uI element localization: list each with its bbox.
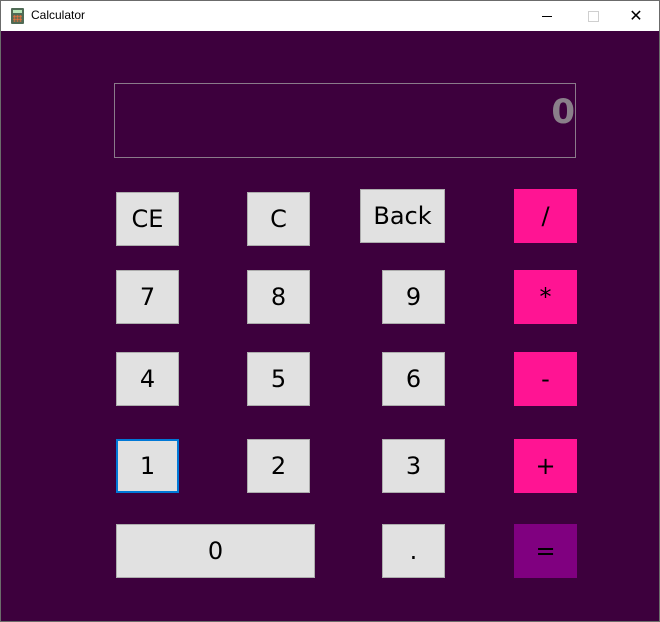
display: 0 bbox=[114, 83, 576, 158]
one-button[interactable]: 1 bbox=[116, 439, 179, 493]
calculator-window: Calculator ✕ 0 CE C Back / 7 8 9 * 4 5 6… bbox=[0, 0, 660, 622]
divide-button[interactable]: / bbox=[514, 189, 577, 243]
multiply-button[interactable]: * bbox=[514, 270, 577, 324]
minus-button[interactable]: - bbox=[514, 352, 577, 406]
five-button[interactable]: 5 bbox=[247, 352, 310, 406]
equals-button[interactable]: = bbox=[514, 524, 577, 578]
three-button[interactable]: 3 bbox=[382, 439, 445, 493]
four-button[interactable]: 4 bbox=[116, 352, 179, 406]
maximize-icon bbox=[587, 10, 599, 22]
minimize-icon bbox=[542, 15, 552, 17]
decimal-button[interactable]: . bbox=[382, 524, 445, 578]
zero-button[interactable]: 0 bbox=[116, 524, 315, 578]
maximize-button[interactable] bbox=[570, 1, 616, 31]
calculator-icon bbox=[11, 8, 24, 24]
window-title: Calculator bbox=[31, 8, 86, 22]
back-button[interactable]: Back bbox=[360, 189, 445, 243]
ce-button[interactable]: CE bbox=[116, 192, 179, 246]
minimize-button[interactable] bbox=[524, 1, 570, 31]
close-button[interactable]: ✕ bbox=[613, 1, 659, 31]
eight-button[interactable]: 8 bbox=[247, 270, 310, 324]
close-icon: ✕ bbox=[629, 6, 643, 25]
seven-button[interactable]: 7 bbox=[116, 270, 179, 324]
plus-button[interactable]: + bbox=[514, 439, 577, 493]
nine-button[interactable]: 9 bbox=[382, 270, 445, 324]
title-bar: Calculator ✕ bbox=[1, 1, 659, 31]
two-button[interactable]: 2 bbox=[247, 439, 310, 493]
six-button[interactable]: 6 bbox=[382, 352, 445, 406]
clear-button[interactable]: C bbox=[247, 192, 310, 246]
display-value: 0 bbox=[551, 92, 575, 132]
